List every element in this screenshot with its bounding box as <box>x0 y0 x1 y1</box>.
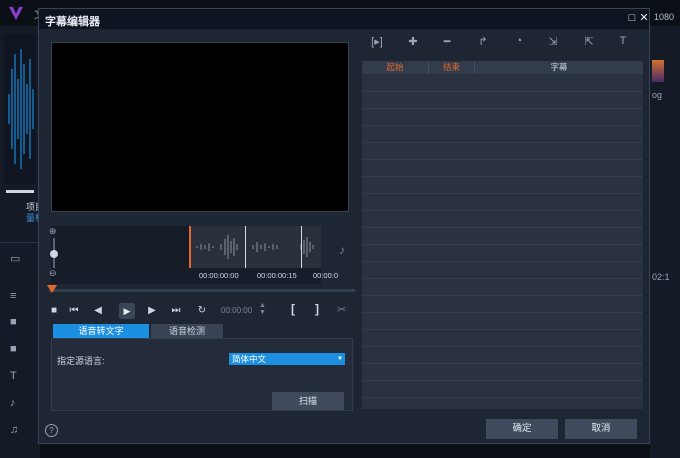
source-language-value: 简体中文 <box>232 354 267 364</box>
source-language-select[interactable]: 简体中文 ▼ <box>229 353 345 365</box>
remove-subtitle-icon[interactable]: ━ <box>439 35 455 49</box>
table-row-divider <box>362 329 643 330</box>
table-row-divider <box>362 193 643 194</box>
dialog-title: 字幕编辑器 <box>45 16 100 28</box>
table-row-divider <box>362 159 643 160</box>
waveform-position-marker[interactable] <box>189 226 191 268</box>
import-subtitle-icon[interactable]: ⇲ <box>545 35 561 49</box>
playhead-marker[interactable] <box>47 285 57 293</box>
waveform-timecode: 00:00:00:15 <box>257 271 297 280</box>
subtitle-editor-dialog: 字幕编辑器 □ ✕ ⊕ ⊖ 00:00:00:00 00:00:00:15 00… <box>38 8 650 444</box>
timeline-view-icon[interactable]: ≡ <box>10 290 16 302</box>
waveform-timecode: 00:00:0 <box>313 271 339 280</box>
storyboard-icon[interactable]: ▭ <box>10 252 20 265</box>
zoom-in-icon[interactable]: ⊕ <box>49 226 57 237</box>
zoom-out-icon[interactable]: ⊖ <box>49 268 57 279</box>
table-row-divider <box>362 346 643 347</box>
close-button[interactable]: ✕ <box>637 11 651 25</box>
resolution-label: 1080 <box>653 12 674 22</box>
video-track-icon[interactable]: ■ <box>10 316 17 328</box>
play-button[interactable]: ▶ <box>119 303 135 319</box>
title-track-icon[interactable]: T <box>10 370 17 382</box>
media-trim-bar <box>6 190 34 193</box>
overlay-track-icon[interactable]: ■ <box>10 343 17 355</box>
video-preview <box>51 42 349 212</box>
table-row-divider <box>362 227 643 228</box>
split-icon[interactable]: ✂ <box>337 303 346 316</box>
go-to-end-icon[interactable]: ⏭ <box>169 305 183 319</box>
help-icon[interactable]: ? <box>45 424 58 437</box>
waveform-frame-line <box>301 226 302 268</box>
timecode-spinner-icon[interactable]: ▲ ▼ <box>259 302 266 316</box>
table-row-divider <box>362 210 643 211</box>
column-header-start[interactable]: 起始 <box>362 61 429 74</box>
voice-track-icon[interactable]: ♪ <box>10 397 16 409</box>
export-subtitle-icon[interactable]: ⇱ <box>581 35 597 49</box>
app-logo-icon <box>9 7 23 20</box>
dialog-titlebar <box>39 9 649 29</box>
table-row-divider <box>362 176 643 177</box>
timeline-scrollbar[interactable] <box>40 445 650 458</box>
subtitle-list-header: 起始 结束 字幕 <box>362 61 643 74</box>
music-track-icon[interactable]: ♫ <box>10 424 18 436</box>
tab-voice-detection[interactable]: 语音检测 <box>151 324 223 338</box>
playback-timecode[interactable]: 00:00:00 <box>221 306 252 315</box>
insert-subtitle-icon[interactable]: [▸] <box>369 35 385 49</box>
stop-icon[interactable]: ■ <box>47 305 61 319</box>
table-row-divider <box>362 312 643 313</box>
media-waveform-thumbnail <box>4 34 36 184</box>
table-row-divider <box>362 91 643 92</box>
column-header-subtitle[interactable]: 字幕 <box>475 61 643 74</box>
zoom-slider-handle[interactable] <box>50 250 58 258</box>
left-panel-divider <box>0 242 40 243</box>
waveform-frame-line <box>245 226 246 268</box>
waveform-timecode: 00:00:00:00 <box>199 271 239 280</box>
column-header-end[interactable]: 结束 <box>429 61 475 74</box>
merge-subtitle-icon[interactable]: ↱ <box>475 35 491 49</box>
mark-in-button[interactable]: [ <box>291 302 295 316</box>
library-thumbnail[interactable] <box>652 60 664 82</box>
go-to-start-icon[interactable]: ⏮ <box>67 305 81 319</box>
table-row-divider <box>362 261 643 262</box>
subtitle-list[interactable]: 起始 结束 字幕 <box>362 61 643 409</box>
table-row-divider <box>362 363 643 364</box>
ok-button[interactable]: 确定 <box>486 419 558 439</box>
table-row-divider <box>362 278 643 279</box>
dropdown-arrow-icon: ▼ <box>337 356 343 362</box>
playback-progress-bar[interactable] <box>49 289 355 292</box>
cancel-button[interactable]: 取消 <box>565 419 637 439</box>
table-row-divider <box>362 125 643 126</box>
next-frame-icon[interactable]: ▶︎ <box>145 305 159 319</box>
table-row-divider <box>362 397 643 398</box>
scan-button[interactable]: 扫描 <box>272 392 344 410</box>
table-row-divider <box>362 108 643 109</box>
source-language-label: 指定源语言: <box>57 356 105 366</box>
tab-speech-to-text[interactable]: 语音转文字 <box>53 324 149 338</box>
mark-out-button[interactable]: ] <box>315 302 319 316</box>
timeline-timecode: 02:1 <box>652 272 670 282</box>
time-offset-icon[interactable]: ◔ <box>511 35 527 49</box>
table-row-divider <box>362 142 643 143</box>
table-row-divider <box>362 244 643 245</box>
text-options-icon[interactable]: T <box>615 35 631 49</box>
repeat-icon[interactable]: ↻ <box>195 305 209 319</box>
table-row-divider <box>362 295 643 296</box>
previous-frame-icon[interactable]: ◀︎ <box>91 305 105 319</box>
audio-note-icon[interactable]: ♪ <box>339 243 345 257</box>
table-row-divider <box>362 380 643 381</box>
library-item-label: og <box>652 90 663 100</box>
add-subtitle-icon[interactable]: ✚ <box>405 35 421 49</box>
